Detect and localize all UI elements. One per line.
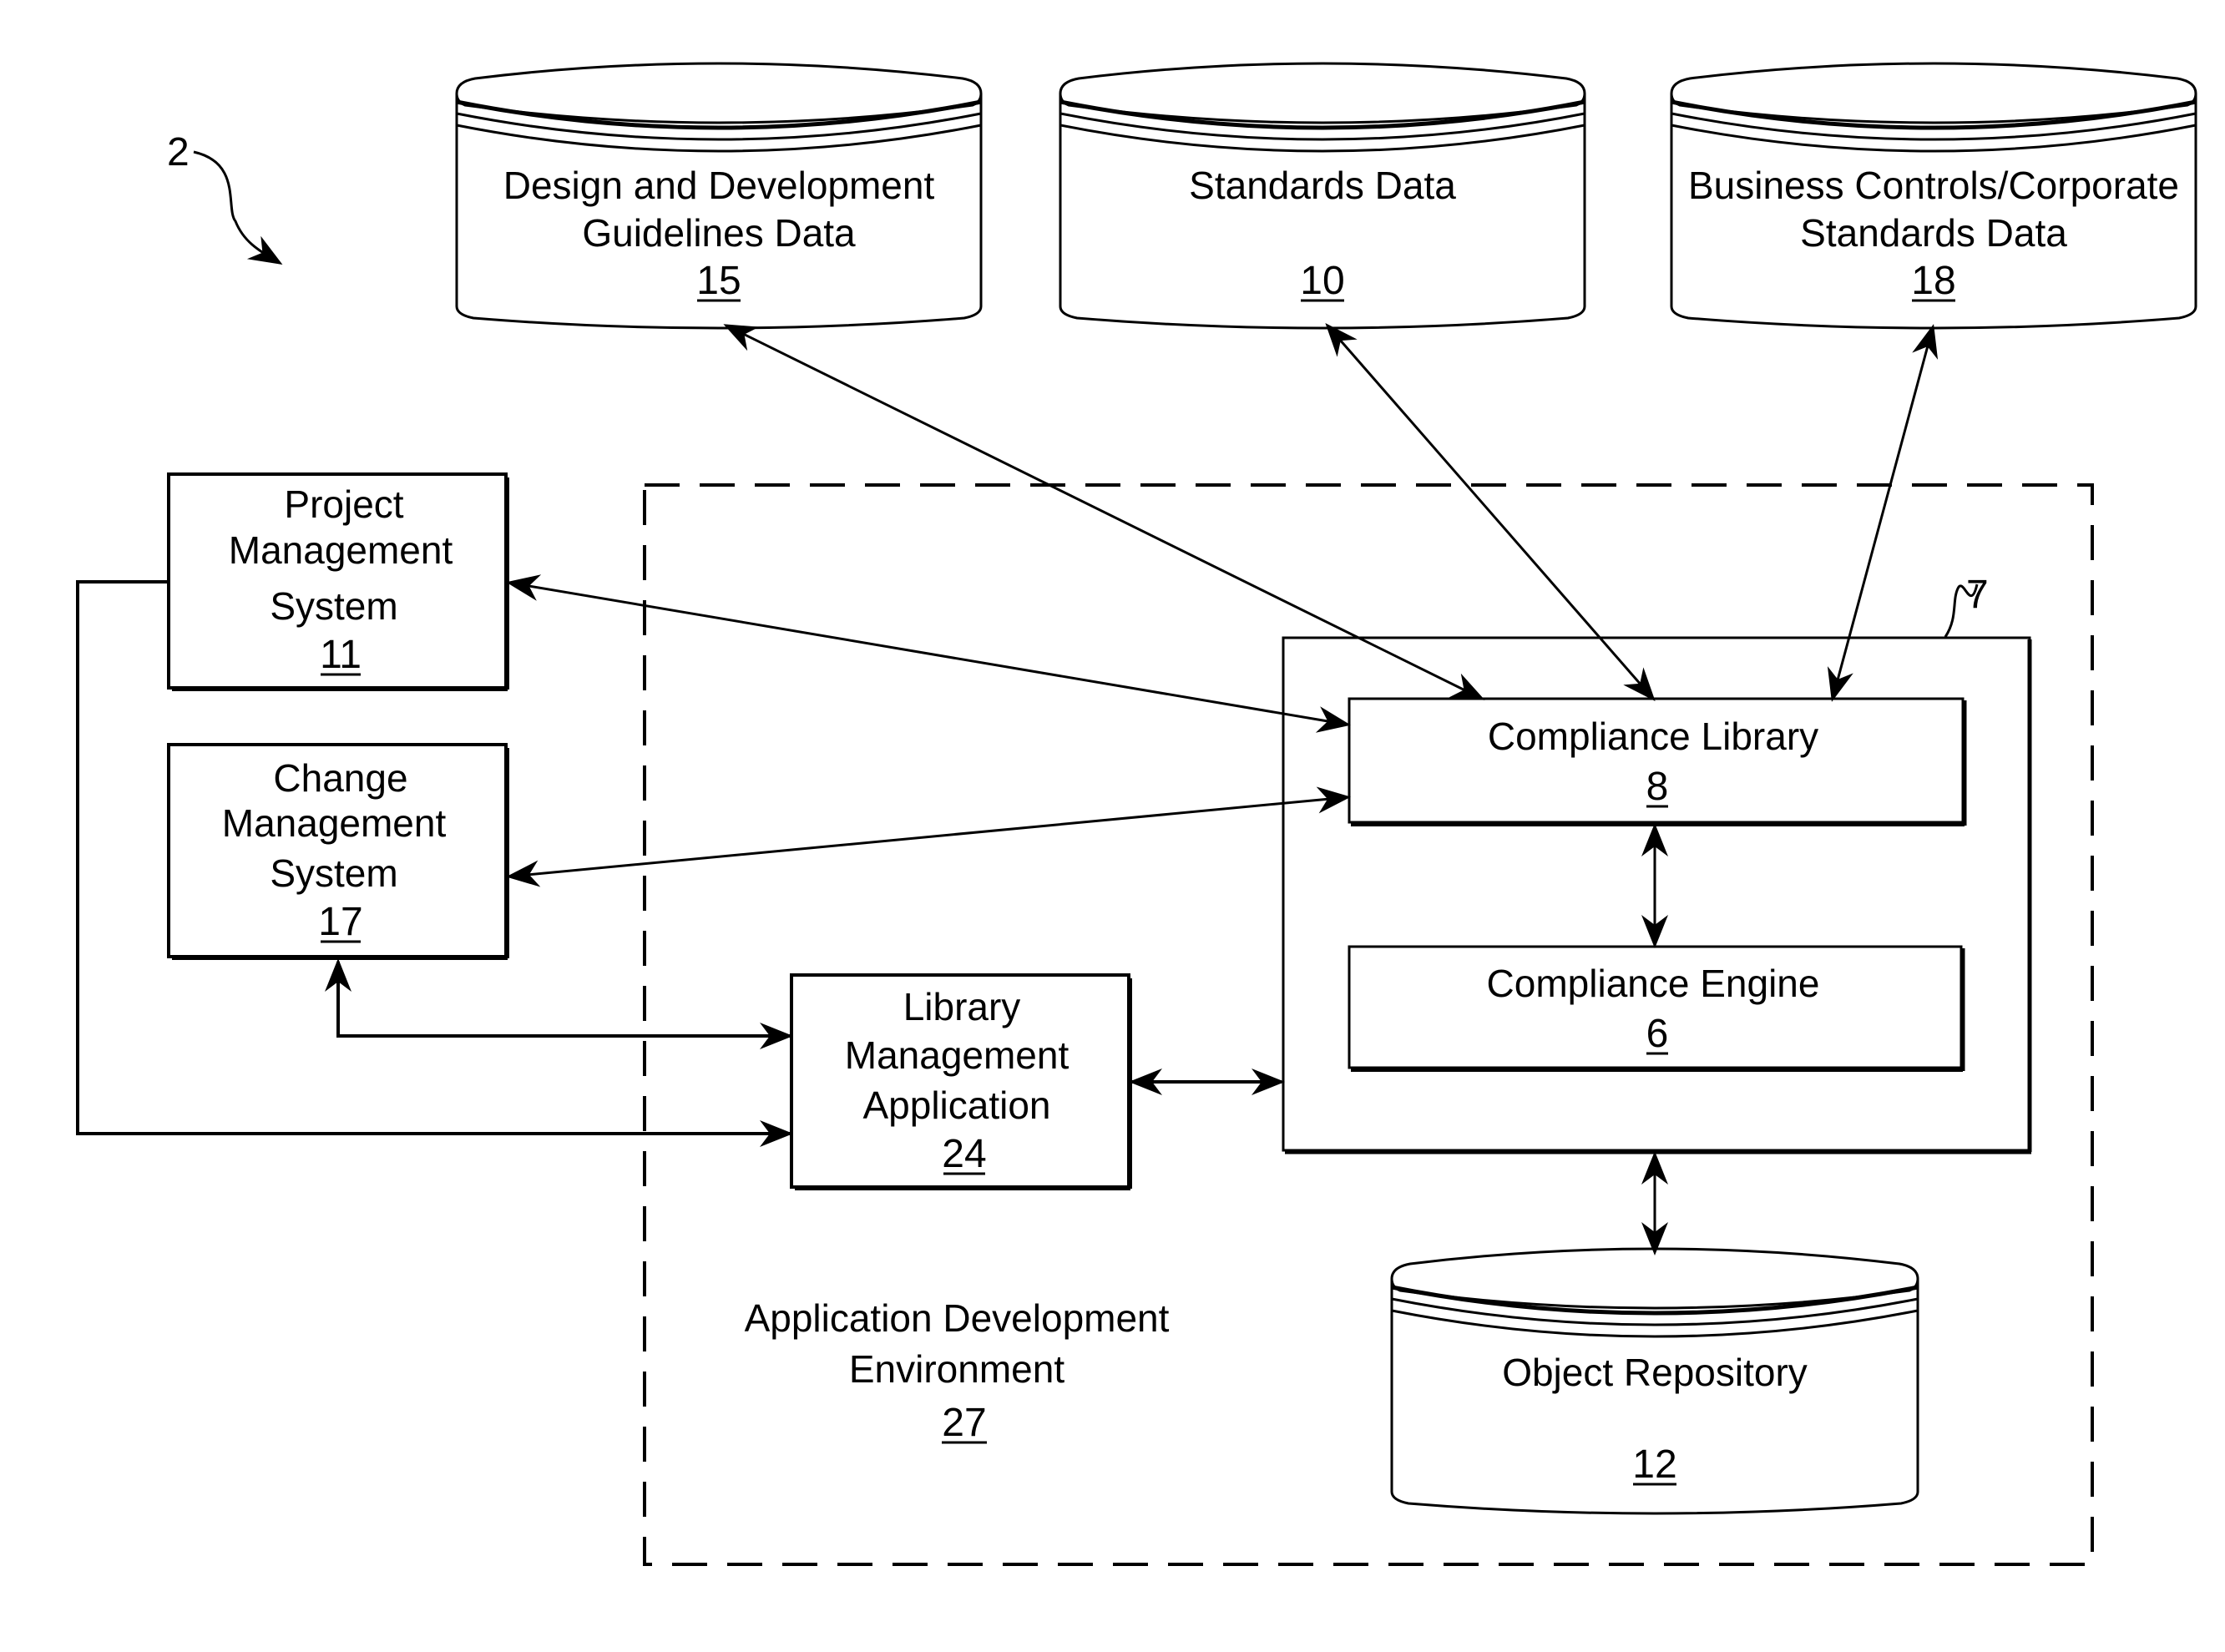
arrow-project-library [506,574,1351,733]
arrow-guidelines-library [723,324,1485,700]
standards-numeral: 10 [1300,259,1344,303]
change-label-line-2: Management [222,801,447,845]
system-diagram: 2 Application Development Environment 27… [76,62,2197,1566]
environment-label-line-1: Application Development [745,1296,1170,1340]
figure-reference-arrow [193,150,283,265]
business-label-line-2: Standards Data [1800,211,2067,255]
compliance-library-numeral: 8 [1646,765,1669,809]
arrow-business-library [1827,324,1939,702]
project-label-line-2: Management [229,528,453,572]
business-numeral: 18 [1911,259,1955,303]
compliance-library-label: Compliance Library [1488,715,1818,758]
compliance-library[interactable]: Compliance Library 8 [1348,697,1967,826]
guidelines-label-line-2: Guidelines Data [582,211,856,255]
change-management-system[interactable]: Change Management System 17 [167,743,509,960]
project-management-system[interactable]: Project Management System 11 [167,472,509,691]
business-label-line-1: Business Controls/Corporate [1688,164,2179,207]
project-label-line-3: System [270,584,397,628]
environment-label: Application Development Environment 27 [745,1296,1170,1445]
arrow-standards-library [1325,322,1656,702]
figure-numeral: 2 [167,130,190,174]
library-mgmt-numeral: 24 [942,1132,986,1176]
database-standards[interactable]: Standards Data 10 [1059,62,1586,330]
standards-label-line-1: Standards Data [1189,164,1456,207]
change-label-line-3: System [270,851,397,895]
compliance-engine-numeral: 6 [1646,1012,1669,1056]
project-label-line-1: Project [284,482,403,526]
project-numeral: 11 [320,633,362,677]
change-label-line-1: Change [273,756,407,800]
database-object-repository[interactable]: Object Repository 12 [1390,1247,1919,1515]
database-guidelines[interactable]: Design and DevelopmentGuidelines Data15 [455,62,983,330]
guidelines-label-line-1: Design and Development [503,164,935,207]
compliance-engine[interactable]: Compliance Engine 6 [1348,945,1965,1072]
environment-label-line-2: Environment [849,1347,1064,1391]
database-business-controls[interactable]: Business Controls/CorporateStandards Dat… [1670,62,2197,330]
arrow-change-libmgmt [325,958,793,1049]
repository-numeral: 12 [1632,1442,1676,1487]
change-numeral: 17 [318,900,362,944]
group-numeral: 7 [1966,573,1989,617]
library-management-application[interactable]: Library Management Application 24 [790,973,1132,1190]
compliance-engine-label: Compliance Engine [1487,962,1820,1005]
figure-reference: 2 [167,130,283,265]
compliance-group[interactable]: 7 [1282,573,2032,1154]
repository-label-line-1: Object Repository [1502,1351,1808,1394]
guidelines-numeral: 15 [696,259,741,303]
library-mgmt-label-line-1: Library [903,985,1021,1028]
environment-numeral: 27 [942,1401,986,1445]
library-mgmt-label-line-2: Management [845,1033,1070,1077]
library-mgmt-label-line-3: Application [862,1084,1050,1127]
arrow-project-libmgmt [76,580,793,1147]
arrow-change-library [506,786,1351,887]
